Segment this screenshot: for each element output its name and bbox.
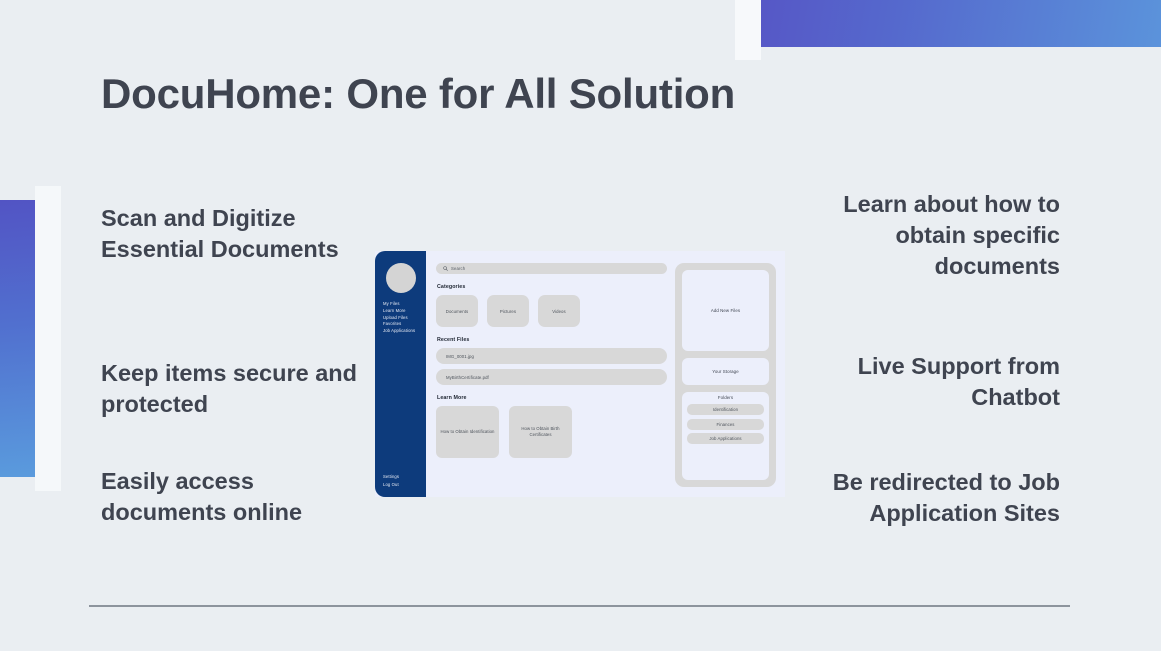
categories-row: Documents Pictures Videos [436, 295, 667, 327]
decoration-gradient-left [0, 200, 37, 477]
category-card-documents[interactable]: Documents [436, 295, 478, 327]
sidebar-item-favorites[interactable]: Favorites [383, 322, 415, 326]
search-icon [443, 266, 448, 271]
recent-files-heading: Recent Files [437, 337, 470, 343]
recent-file-item[interactable]: IMG_0001.jpg [436, 348, 667, 364]
mockup-right-panel: Add New Files Your Storage Folders Ident… [675, 263, 776, 487]
feature-left-1: Scan and Digitize Essential Documents [101, 205, 339, 263]
bottom-divider [89, 605, 1070, 607]
search-bar[interactable]: Search [436, 263, 667, 274]
learn-more-row: How to Obtain Identification How to Obta… [436, 406, 667, 458]
avatar [386, 263, 416, 293]
search-input[interactable]: Search [451, 266, 465, 271]
categories-heading: Categories [437, 284, 466, 290]
folder-item-job-applications[interactable]: Job Applications [687, 433, 764, 444]
learn-more-card-birth-certificates[interactable]: How to Obtain Birth Certificates [509, 406, 572, 458]
sidebar-item-log-out[interactable]: Log Out [383, 482, 399, 487]
app-mockup: My Files Learn More Upload Files Favorit… [375, 251, 785, 497]
category-card-videos[interactable]: Videos [538, 295, 580, 327]
folders-panel: Folders Identification Finances Job Appl… [682, 392, 769, 480]
decoration-gradient-top-right [757, 0, 1161, 47]
mockup-sidebar-nav: My Files Learn More Upload Files Favorit… [383, 301, 415, 333]
recent-file-item[interactable]: MyBirthCertificate.pdf [436, 369, 667, 385]
feature-left-3: Easily access documents online [101, 468, 303, 526]
feature-right-1: Learn about how to obtain specific docum… [843, 191, 1060, 280]
sidebar-item-settings[interactable]: Settings [383, 475, 399, 479]
your-storage-panel[interactable]: Your Storage [682, 358, 769, 385]
decoration-white-notch-top-right [735, 0, 761, 60]
feature-left-2: Keep items secure and protected [101, 360, 357, 418]
sidebar-item-learn-more[interactable]: Learn More [383, 308, 415, 313]
sidebar-item-job-applications[interactable]: Job Applications [383, 328, 415, 333]
mockup-sidebar-bottom-nav: Settings Log Out [383, 475, 399, 487]
sidebar-item-upload-files[interactable]: Upload Files [383, 315, 415, 320]
folders-title: Folders [717, 395, 734, 400]
mockup-sidebar: My Files Learn More Upload Files Favorit… [375, 251, 426, 497]
mockup-main-content: Search Categories Documents Pictures Vid… [426, 251, 675, 497]
page-title: DocuHome: One for All Solution [101, 70, 736, 117]
category-card-pictures[interactable]: Pictures [487, 295, 529, 327]
folder-item-finances[interactable]: Finances [687, 418, 764, 430]
add-new-files-button[interactable]: Add New Files [682, 270, 769, 351]
folder-item-identification[interactable]: Identification [687, 404, 764, 415]
feature-right-2: Live Support from Chatbot [857, 353, 1060, 411]
learn-more-card-identification[interactable]: How to Obtain Identification [436, 406, 499, 458]
learn-more-heading: Learn More [437, 395, 467, 401]
decoration-white-notch-left [35, 186, 61, 491]
sidebar-item-my-files[interactable]: My Files [383, 301, 415, 306]
feature-right-3: Be redirected to Job Application Sites [832, 469, 1060, 527]
